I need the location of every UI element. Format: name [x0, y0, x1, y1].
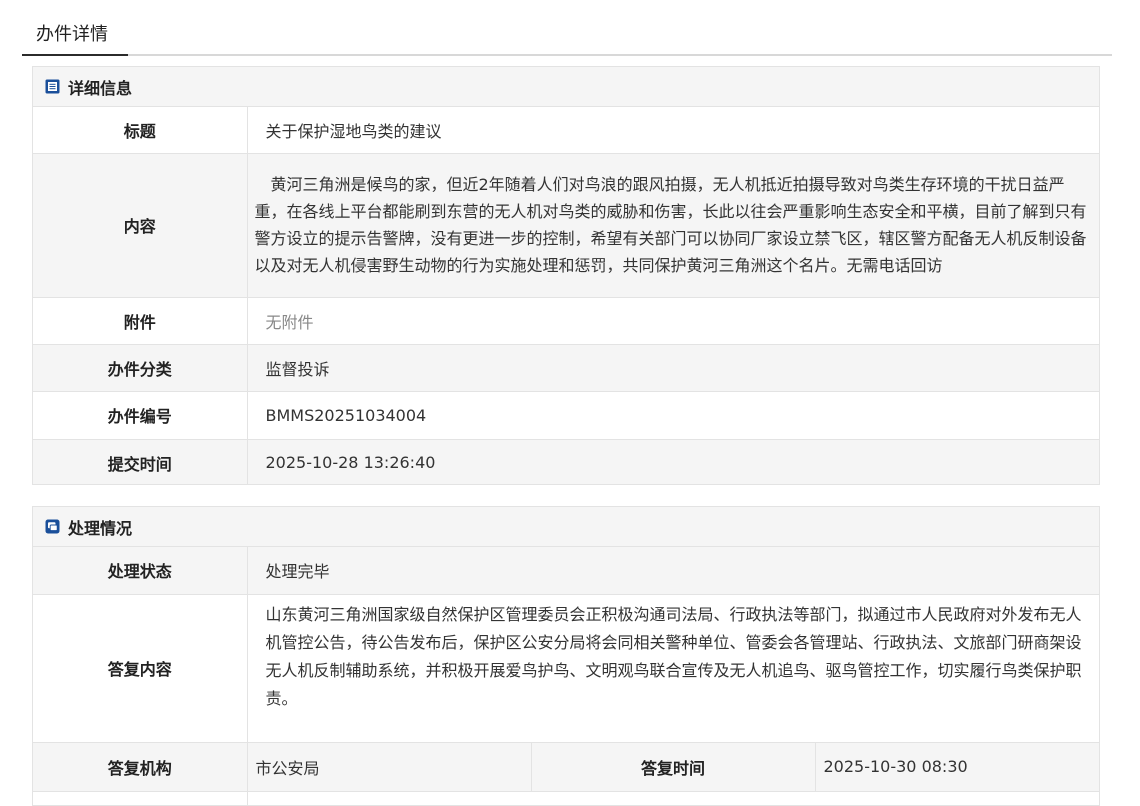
row-reply-content: 答复内容 山东黄河三角洲国家级自然保护区管理委员会正积极沟通司法局、行政执法等部…	[33, 594, 1099, 743]
row-category: 办件分类 监督投诉	[33, 344, 1099, 392]
detail-info-panel: 详细信息 标题 关于保护湿地鸟类的建议 内容 黄河三角洲是候鸟的家，但近2年随着…	[32, 66, 1100, 485]
process-info-header: 处理情况	[33, 507, 1099, 547]
label-content: 内容	[33, 153, 248, 298]
tab-case-detail[interactable]: 办件详情	[22, 20, 128, 56]
row-title: 标题 关于保护湿地鸟类的建议	[33, 107, 1099, 154]
value-submit-time: 2025-10-28 13:26:40	[247, 439, 1099, 484]
detail-info-table: 标题 关于保护湿地鸟类的建议 内容 黄河三角洲是候鸟的家，但近2年随着人们对鸟浪…	[33, 107, 1099, 484]
label-case-number: 办件编号	[33, 391, 248, 440]
detail-info-header: 详细信息	[33, 67, 1099, 107]
value-reply-org: 市公安局	[247, 742, 531, 792]
value-next	[247, 791, 1099, 805]
label-category: 办件分类	[33, 344, 248, 392]
label-attachment: 附件	[33, 297, 248, 345]
label-reply-org: 答复机构	[33, 742, 248, 792]
label-submit-time: 提交时间	[33, 439, 248, 484]
value-category: 监督投诉	[247, 344, 1099, 392]
label-next	[33, 791, 248, 805]
chat-icon	[45, 519, 60, 534]
label-reply-content: 答复内容	[33, 594, 248, 743]
row-status: 处理状态 处理完毕	[33, 547, 1099, 595]
row-reply-org-time: 答复机构 市公安局 答复时间 2025-10-30 08:30	[33, 742, 1099, 792]
process-info-panel: 处理情况 处理状态 处理完毕 答复内容 山东黄河三角洲国家级自然保护区管理委员会…	[32, 506, 1100, 806]
value-attachment: 无附件	[247, 297, 1099, 345]
row-submit-time: 提交时间 2025-10-28 13:26:40	[33, 439, 1099, 484]
row-case-number: 办件编号 BMMS20251034004	[33, 391, 1099, 440]
value-title: 关于保护湿地鸟类的建议	[247, 107, 1099, 154]
row-content: 内容 黄河三角洲是候鸟的家，但近2年随着人们对鸟浪的跟风拍摄，无人机抵近拍摄导致…	[33, 153, 1099, 298]
tab-bar: 办件详情	[22, 0, 1112, 56]
document-icon	[45, 79, 60, 94]
process-info-title: 处理情况	[68, 518, 133, 538]
tab-case-detail-label: 办件详情	[36, 24, 108, 45]
label-title: 标题	[33, 107, 248, 154]
value-reply-time: 2025-10-30 08:30	[815, 742, 1099, 792]
value-content: 黄河三角洲是候鸟的家，但近2年随着人们对鸟浪的跟风拍摄，无人机抵近拍摄导致对鸟类…	[247, 153, 1099, 298]
label-status: 处理状态	[33, 547, 248, 595]
process-info-table: 处理状态 处理完毕 答复内容 山东黄河三角洲国家级自然保护区管理委员会正积极沟通…	[33, 547, 1099, 805]
label-reply-time: 答复时间	[530, 742, 816, 792]
detail-info-title: 详细信息	[68, 78, 133, 98]
row-attachment: 附件 无附件	[33, 297, 1099, 345]
value-case-number: BMMS20251034004	[247, 391, 1099, 440]
value-reply-content: 山东黄河三角洲国家级自然保护区管理委员会正积极沟通司法局、行政执法等部门，拟通过…	[247, 594, 1099, 743]
value-status: 处理完毕	[247, 547, 1099, 595]
row-next	[33, 791, 1099, 805]
